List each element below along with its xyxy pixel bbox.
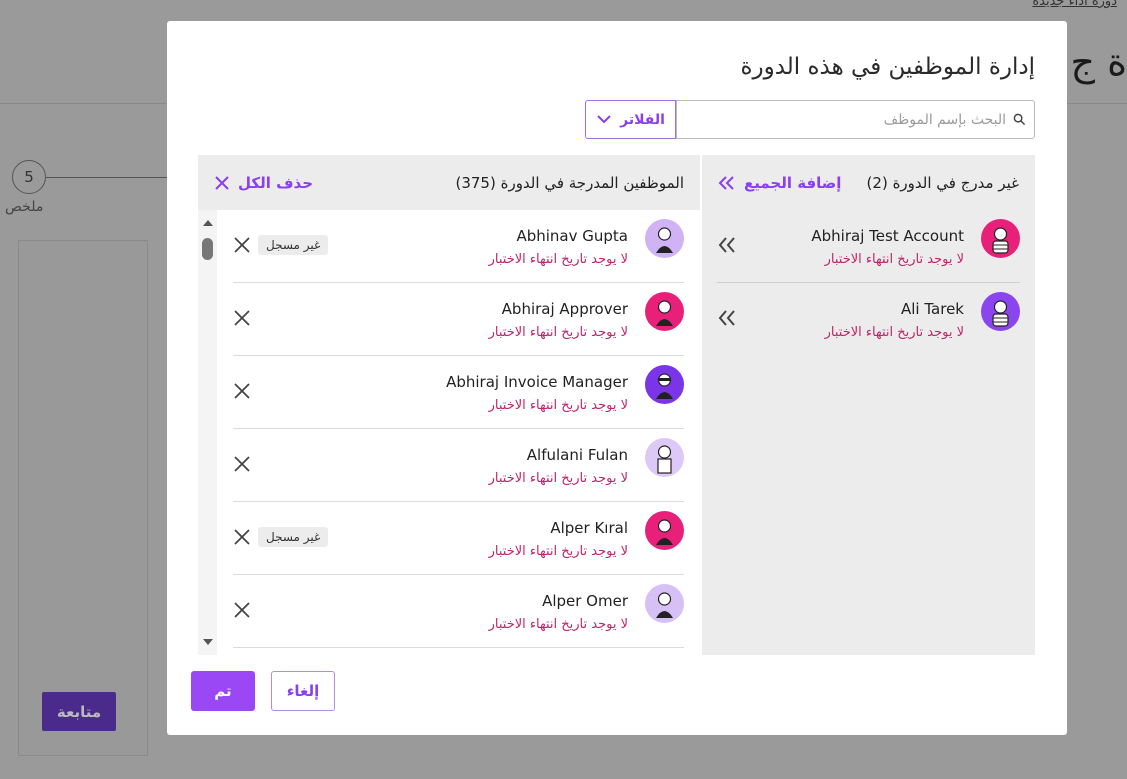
avatar — [645, 584, 684, 623]
employee-name: Abhinav Gupta — [516, 227, 628, 245]
remove-all-label: حذف الكل — [238, 173, 314, 192]
employee-status: لا يوجد تاريخ انتهاء الاختبار — [488, 325, 628, 340]
included-row: Abhinav Gupta لا يوجد تاريخ انتهاء الاخت… — [233, 210, 684, 283]
employee-name: Alper Omer — [542, 592, 628, 610]
step-connector — [46, 177, 170, 178]
filters-button[interactable]: الفلاتر — [585, 100, 676, 139]
done-button[interactable]: تم — [191, 671, 255, 711]
employee-status: لا يوجد تاريخ انتهاء الاختبار — [488, 471, 628, 486]
employee-status: لا يوجد تاريخ انتهاء الاختبار — [488, 544, 628, 559]
remove-employee-button[interactable] — [233, 455, 251, 473]
employee-status: لا يوجد تاريخ انتهاء الاختبار — [488, 398, 628, 413]
excluded-row: Abhiraj Test Account لا يوجد تاريخ انتها… — [717, 210, 1020, 283]
add-all-button[interactable]: إضافة الجميع — [718, 174, 841, 192]
background-page-title: ة ج — [1070, 40, 1127, 84]
employee-name: Abhiraj Test Account — [811, 227, 964, 245]
scrollbar-thumb[interactable] — [202, 238, 213, 260]
employee-status: لا يوجد تاريخ انتهاء الاختبار — [488, 252, 628, 267]
scroll-up-arrow-icon[interactable] — [203, 220, 213, 226]
step-label: ملخص — [5, 199, 44, 215]
avatar — [645, 365, 684, 404]
modal-title: إدارة الموظفين في هذه الدورة — [740, 54, 1035, 80]
included-header: الموظفين المدرجة في الدورة (375) حذف الك… — [198, 155, 700, 210]
background-card — [18, 240, 148, 756]
close-icon — [233, 382, 251, 400]
avatar — [645, 292, 684, 331]
excluded-row: Ali Tarek لا يوجد تاريخ انتهاء الاختبار — [717, 283, 1020, 356]
employee-name: Ali Tarek — [901, 300, 964, 318]
included-row: Abhiraj Invoice Manager لا يوجد تاريخ ان… — [233, 356, 684, 429]
employee-name: Alfulani Fulan — [526, 446, 628, 464]
included-panel: الموظفين المدرجة في الدورة (375) حذف الك… — [198, 155, 700, 655]
remove-all-button[interactable]: حذف الكل — [214, 174, 313, 192]
search-row: الفلاتر — [585, 100, 1035, 139]
close-icon — [214, 175, 230, 191]
excluded-list: Abhiraj Test Account لا يوجد تاريخ انتها… — [717, 210, 1020, 356]
avatar — [981, 292, 1020, 331]
included-row: Alper Omer لا يوجد تاريخ انتهاء الاختبار — [233, 575, 684, 648]
scroll-down-arrow-icon[interactable] — [203, 639, 213, 645]
manage-employees-modal: إدارة الموظفين في هذه الدورة الفلاتر غير… — [167, 21, 1067, 735]
employee-name: Alper Kıral — [550, 519, 628, 537]
cancel-button[interactable]: إلغاء — [271, 671, 335, 711]
remove-employee-button[interactable] — [233, 382, 251, 400]
search-box[interactable] — [676, 100, 1035, 139]
employee-name: Abhiraj Invoice Manager — [446, 373, 628, 391]
close-icon — [233, 528, 251, 546]
close-icon — [233, 309, 251, 327]
avatar — [645, 219, 684, 258]
included-title: الموظفين المدرجة في الدورة (375) — [455, 173, 684, 192]
search-input[interactable] — [706, 111, 1006, 128]
included-row: Alper Kıral لا يوجد تاريخ انتهاء الاختبا… — [233, 502, 684, 575]
close-icon — [233, 455, 251, 473]
employee-status: لا يوجد تاريخ انتهاء الاختبار — [824, 325, 964, 340]
included-list: Abhinav Gupta لا يوجد تاريخ انتهاء الاخت… — [233, 210, 684, 655]
remove-employee-button[interactable] — [233, 236, 251, 254]
double-chevron-left-icon — [718, 175, 736, 191]
employee-name: Abhiraj Approver — [501, 300, 628, 318]
remove-employee-button[interactable] — [233, 601, 251, 619]
search-icon — [1012, 113, 1026, 127]
excluded-header: غير مدرج في الدورة (2) إضافة الجميع — [702, 155, 1035, 210]
excluded-title: غير مدرج في الدورة (2) — [866, 173, 1019, 192]
add-all-label: إضافة الجميع — [744, 173, 842, 192]
employee-status: لا يوجد تاريخ انتهاء الاختبار — [824, 252, 964, 267]
avatar — [645, 511, 684, 550]
employee-status: لا يوجد تاريخ انتهاء الاختبار — [488, 617, 628, 632]
close-icon — [233, 236, 251, 254]
excluded-panel: غير مدرج في الدورة (2) إضافة الجميع Abhi… — [702, 155, 1035, 655]
step-indicator: 5 — [12, 160, 46, 194]
included-row: Abhiraj Approver لا يوجد تاريخ انتهاء ال… — [233, 283, 684, 356]
status-badge: غير مسجل — [258, 527, 329, 547]
scrollbar[interactable] — [198, 210, 217, 655]
background-link: دوره أداء جديدة — [1032, 0, 1117, 9]
avatar — [981, 219, 1020, 258]
add-employee-button[interactable] — [717, 236, 737, 254]
double-chevron-left-icon — [717, 309, 737, 327]
avatar — [645, 438, 684, 477]
status-badge: غير مسجل — [258, 235, 329, 255]
chevron-down-icon — [596, 112, 612, 128]
remove-employee-button[interactable] — [233, 309, 251, 327]
filters-label: الفلاتر — [620, 111, 665, 128]
double-chevron-left-icon — [717, 236, 737, 254]
included-row: Alfulani Fulan لا يوجد تاريخ انتهاء الاخ… — [233, 429, 684, 502]
add-employee-button[interactable] — [717, 309, 737, 327]
close-icon — [233, 601, 251, 619]
remove-employee-button[interactable] — [233, 528, 251, 546]
continue-button: متابعة — [42, 692, 116, 731]
